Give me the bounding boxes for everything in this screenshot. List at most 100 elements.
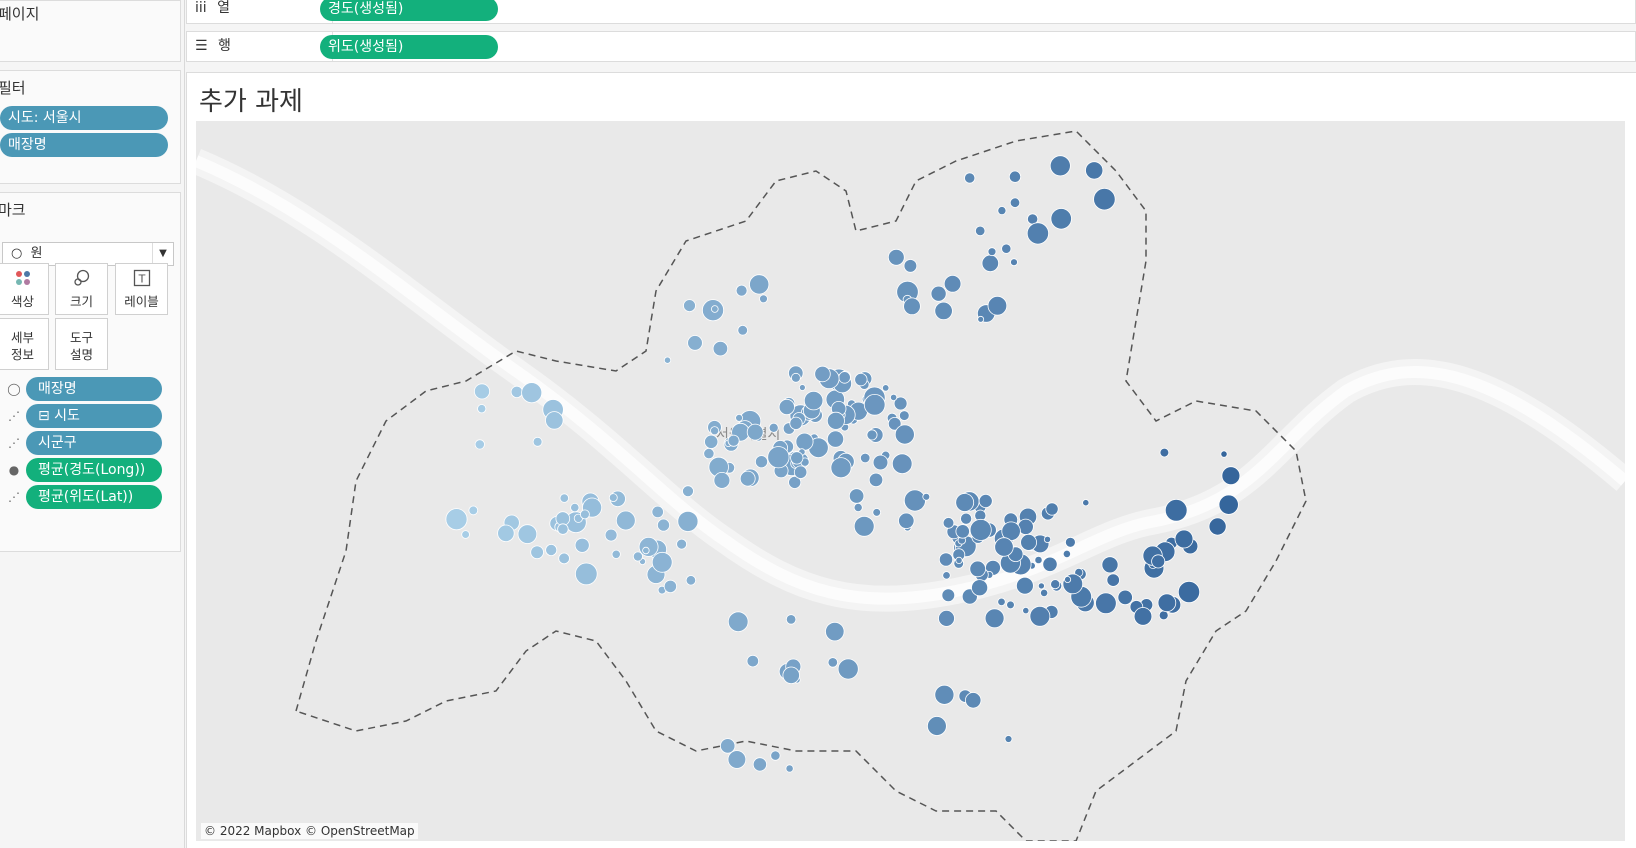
store-marker[interactable] — [1050, 208, 1072, 230]
store-marker[interactable] — [927, 716, 947, 736]
store-marker[interactable] — [1158, 610, 1169, 621]
store-marker[interactable] — [778, 398, 795, 416]
store-marker[interactable] — [737, 325, 748, 336]
store-marker[interactable] — [1082, 499, 1090, 507]
store-marker[interactable] — [558, 552, 570, 565]
store-marker[interactable] — [825, 621, 845, 642]
store-marker[interactable] — [1095, 592, 1117, 615]
mark-field-pill[interactable]: ⊟ 시도 — [26, 404, 162, 428]
chevron-down-icon[interactable]: ▼ — [152, 243, 173, 265]
store-marker[interactable] — [530, 545, 544, 560]
store-marker[interactable] — [746, 654, 760, 668]
store-marker[interactable] — [872, 454, 889, 471]
store-marker[interactable] — [632, 551, 643, 562]
store-marker[interactable] — [682, 485, 694, 498]
store-marker[interactable] — [579, 509, 590, 520]
store-marker[interactable] — [943, 275, 962, 293]
store-marker[interactable] — [1050, 579, 1061, 590]
store-marker[interactable] — [521, 382, 543, 404]
store-marker[interactable] — [752, 757, 768, 772]
store-marker[interactable] — [1157, 593, 1177, 613]
store-marker[interactable] — [894, 424, 915, 445]
store-marker[interactable] — [938, 552, 954, 567]
store-marker[interactable] — [1043, 535, 1052, 543]
store-marker[interactable] — [473, 383, 490, 400]
label-button[interactable]: T 레이블 — [115, 263, 168, 315]
store-marker[interactable] — [768, 422, 779, 433]
filter-pill-sido[interactable]: 시도: 서울시 — [0, 106, 168, 130]
store-marker[interactable] — [960, 512, 973, 525]
store-marker[interactable] — [1159, 447, 1170, 458]
store-marker[interactable] — [1101, 556, 1119, 574]
store-marker[interactable] — [445, 508, 468, 531]
store-marker[interactable] — [710, 426, 720, 436]
store-marker[interactable] — [1177, 580, 1201, 604]
mark-field-pill[interactable]: 평균(위도(Lat)) — [26, 485, 162, 509]
store-marker[interactable] — [1218, 494, 1239, 515]
store-marker[interactable] — [759, 294, 768, 304]
store-marker[interactable] — [930, 285, 947, 302]
store-marker[interactable] — [942, 571, 951, 580]
store-marker[interactable] — [1039, 588, 1049, 597]
store-marker[interactable] — [941, 588, 956, 603]
tooltip-button[interactable]: 도구 설명 — [55, 318, 108, 370]
store-marker[interactable] — [749, 274, 770, 295]
store-marker[interactable] — [955, 493, 975, 512]
size-button[interactable]: 크기 — [55, 263, 108, 315]
store-marker[interactable] — [1045, 502, 1059, 516]
store-marker[interactable] — [978, 493, 993, 508]
filter-pill-store[interactable]: 매장명 — [0, 133, 168, 157]
store-marker[interactable] — [848, 488, 865, 504]
store-marker[interactable] — [1004, 735, 1013, 743]
store-marker[interactable] — [827, 657, 839, 668]
store-marker[interactable] — [474, 439, 485, 450]
store-marker[interactable] — [868, 472, 884, 488]
store-marker[interactable] — [1133, 607, 1153, 626]
store-marker[interactable] — [826, 430, 845, 448]
store-marker[interactable] — [826, 411, 845, 430]
map-view[interactable]: 서울특별시 © 2022 Mapbox © OpenStreetMap — [196, 121, 1625, 841]
store-marker[interactable] — [887, 248, 905, 266]
store-marker[interactable] — [882, 384, 890, 392]
store-marker[interactable] — [1006, 600, 1015, 610]
store-marker[interactable] — [853, 502, 863, 512]
store-marker[interactable] — [955, 556, 963, 564]
store-marker[interactable] — [767, 446, 790, 469]
store-marker[interactable] — [574, 562, 598, 586]
store-marker[interactable] — [638, 536, 659, 557]
store-marker[interactable] — [1009, 197, 1021, 208]
store-marker[interactable] — [793, 465, 808, 479]
store-marker[interactable] — [1106, 573, 1120, 587]
store-marker[interactable] — [838, 371, 851, 384]
store-marker[interactable] — [790, 451, 804, 465]
store-marker[interactable] — [1020, 533, 1037, 551]
store-marker[interactable] — [663, 356, 672, 364]
store-marker[interactable] — [803, 390, 824, 411]
store-marker[interactable] — [1001, 243, 1012, 254]
store-marker[interactable] — [782, 666, 800, 685]
columns-pill[interactable]: 경도(생성됨) — [320, 0, 498, 21]
color-button[interactable]: 색상 — [0, 263, 49, 315]
store-marker[interactable] — [663, 579, 677, 593]
store-marker[interactable] — [468, 505, 479, 516]
store-marker[interactable] — [676, 538, 688, 550]
store-marker[interactable] — [975, 225, 986, 237]
store-marker[interactable] — [1164, 498, 1188, 522]
store-marker[interactable] — [651, 505, 664, 519]
store-marker[interactable] — [1042, 556, 1058, 572]
map-canvas[interactable]: 서울특별시 — [196, 121, 1625, 841]
detail-button[interactable]: 세부 정보 — [0, 318, 49, 370]
store-marker[interactable] — [517, 524, 538, 544]
store-marker[interactable] — [727, 611, 749, 633]
store-marker[interactable] — [656, 518, 670, 532]
store-marker[interactable] — [987, 247, 997, 257]
store-marker[interactable] — [1022, 606, 1030, 615]
store-marker[interactable] — [510, 385, 523, 398]
store-marker[interactable] — [1117, 589, 1133, 606]
store-marker[interactable] — [727, 750, 747, 769]
store-marker[interactable] — [903, 489, 926, 512]
mark-field-pill[interactable]: 시군구 — [26, 431, 162, 455]
store-marker[interactable] — [559, 493, 570, 503]
store-marker[interactable] — [785, 764, 794, 773]
store-marker[interactable] — [1064, 575, 1072, 583]
